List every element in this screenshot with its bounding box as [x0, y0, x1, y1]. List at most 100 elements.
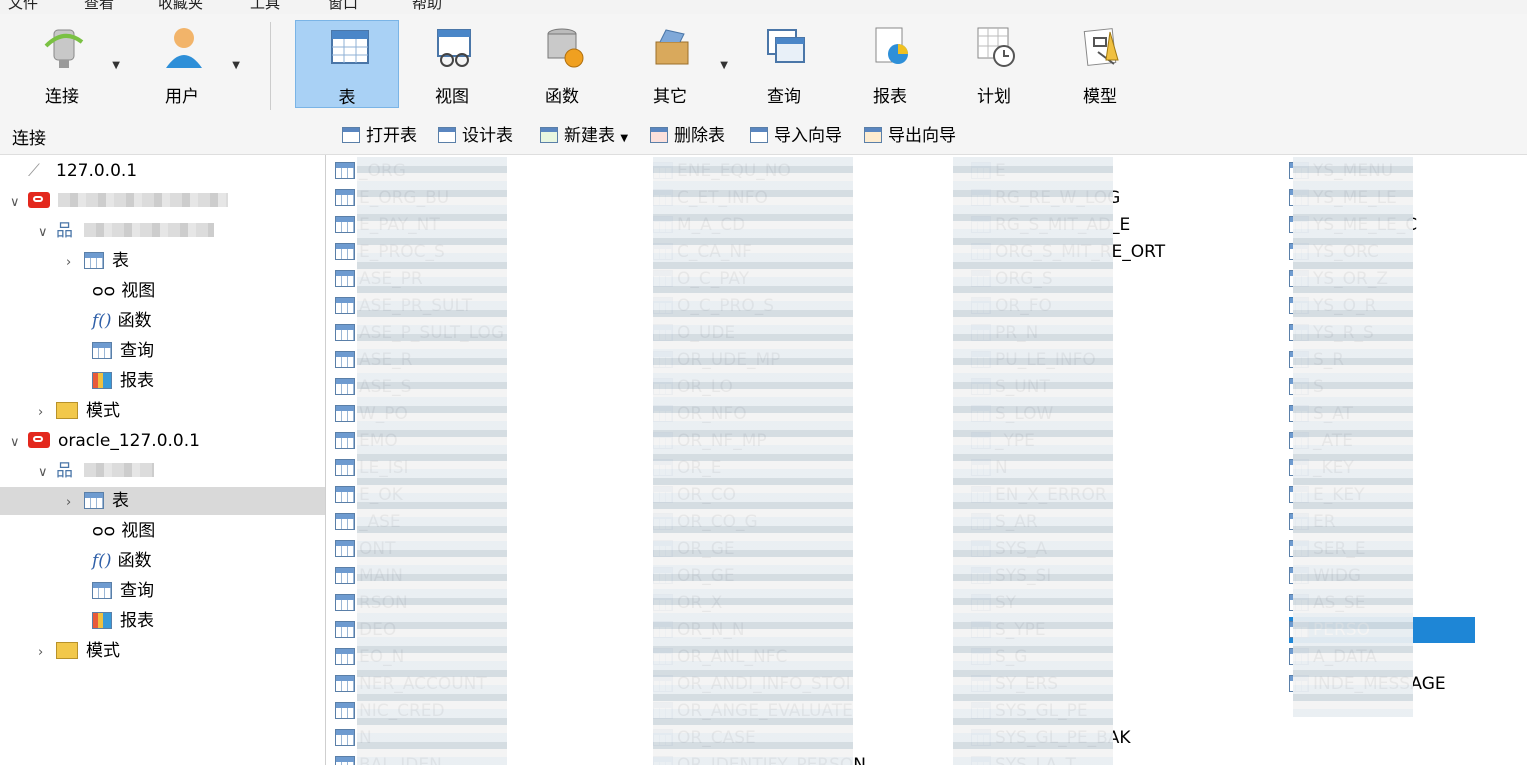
tree-reports-label: 报表 [120, 611, 154, 631]
import-icon [750, 127, 768, 143]
table-icon [84, 252, 104, 269]
tree-views-label: 视图 [121, 521, 156, 541]
redacted-label [84, 463, 154, 477]
menu-help[interactable]: 帮助 [412, 0, 442, 13]
export-wizard-label: 导出向导 [888, 126, 956, 146]
connect-label: 连接 [45, 87, 79, 107]
design-table-icon [438, 127, 456, 143]
new-table-button[interactable]: 新建表 ▼ [540, 124, 628, 148]
open-table-label: 打开表 [366, 126, 417, 146]
view-icon [437, 29, 471, 67]
tree-functions-2[interactable]: f() 函数 [92, 547, 152, 575]
table-icon [335, 675, 355, 692]
tree-schema-folder-1[interactable]: › 模式 [38, 397, 120, 425]
tree-reports-2[interactable]: 报表 [92, 607, 154, 635]
tree-reports-1[interactable]: 报表 [92, 367, 154, 395]
tree-schema-label: 模式 [86, 401, 120, 421]
model-button[interactable]: 模型 [1048, 20, 1152, 108]
table-icon [335, 405, 355, 422]
main-toolbar: 连接 ▼ 用户 ▼ 表 视图 函数 其它 ▼ 查询 报表 计划 模型 [0, 14, 1527, 117]
table-label: 表 [338, 88, 356, 108]
box-icon [655, 29, 689, 65]
user-button[interactable]: 用户 ▼ [130, 20, 240, 108]
menu-window[interactable]: 窗口 [328, 0, 358, 13]
new-table-dropdown-icon[interactable]: ▼ [620, 133, 628, 144]
chevron-right-icon[interactable]: › [38, 399, 56, 427]
other-dropdown-icon[interactable]: ▼ [720, 60, 728, 71]
object-toolbar: 连接 打开表 设计表 新建表 ▼ 删除表 导入向导 导出向导 [0, 116, 1527, 155]
table-icon [335, 513, 355, 530]
tree-conn-localhost[interactable]: ⟋ 127.0.0.1 [10, 157, 137, 185]
tree-conn-oracle-2[interactable]: ∨ oracle_127.0.0.1 [10, 427, 200, 455]
tree-queries-label: 查询 [120, 341, 154, 361]
query-button[interactable]: 查询 [732, 20, 836, 108]
calendar-clock-icon [977, 27, 1015, 67]
design-table-button[interactable]: 设计表 [438, 124, 513, 148]
menu-view[interactable]: 查看 [84, 0, 114, 13]
connect-dropdown-icon[interactable]: ▼ [112, 60, 120, 71]
report-button[interactable]: 报表 [838, 20, 942, 108]
tree-tables-1[interactable]: › 表 [66, 247, 129, 275]
view-button[interactable]: 视图 [400, 20, 504, 108]
table-button[interactable]: 表 [295, 20, 399, 108]
schedule-button[interactable]: 计划 [942, 20, 1046, 108]
disconnected-plug-icon: ⟋ [28, 161, 40, 181]
other-button[interactable]: 其它 ▼ [618, 20, 728, 108]
other-label: 其它 [653, 87, 687, 107]
table-icon [84, 492, 104, 509]
export-wizard-button[interactable]: 导出向导 [864, 124, 956, 148]
connection-tree: ⟋ 127.0.0.1 ∨ ∨ 品 › 表 ᴑᴑ 视图 f() 函数 查询 报表 › 模式 … [0, 155, 326, 765]
user-label: 用户 [165, 87, 199, 107]
chevron-down-icon[interactable]: ∨ [38, 459, 56, 487]
table-icon [335, 540, 355, 557]
tree-functions-label: 函数 [117, 311, 152, 331]
table-icon [335, 459, 355, 476]
redacted-label [84, 223, 214, 237]
chevron-right-icon[interactable]: › [66, 489, 84, 517]
tree-conn-oracle-1[interactable]: ∨ [10, 187, 228, 215]
query-icon [767, 29, 805, 63]
chevron-down-icon[interactable]: ∨ [10, 429, 28, 457]
tree-conn-oracle-2-label: oracle_127.0.0.1 [58, 431, 200, 451]
delete-table-button[interactable]: 删除表 [650, 124, 725, 148]
tree-conn-localhost-label: 127.0.0.1 [56, 161, 138, 181]
table-icon [335, 486, 355, 503]
redaction-overlay [357, 157, 507, 765]
tree-schema-1[interactable]: ∨ 品 [38, 217, 214, 245]
user-dropdown-icon[interactable]: ▼ [232, 60, 240, 71]
menu-file[interactable]: 文件 [8, 0, 38, 13]
table-icon [331, 30, 369, 64]
plug-icon [44, 29, 84, 68]
design-table-label: 设计表 [462, 126, 513, 146]
import-wizard-button[interactable]: 导入向导 [750, 124, 842, 148]
tree-views-2[interactable]: ᴑᴑ 视图 [92, 517, 155, 545]
connection-pane-title: 连接 [12, 129, 46, 149]
tree-queries-1[interactable]: 查询 [92, 337, 154, 365]
import-wizard-label: 导入向导 [774, 126, 842, 146]
report-icon [92, 612, 112, 629]
redacted-label [58, 193, 228, 207]
function-label: 函数 [545, 87, 579, 107]
tree-tables-label: 表 [112, 491, 129, 511]
tree-views-1[interactable]: ᴑᴑ 视图 [92, 277, 155, 305]
open-table-button[interactable]: 打开表 [342, 124, 417, 148]
connect-button[interactable]: 连接 ▼ [10, 20, 120, 108]
function-button[interactable]: 函数 [510, 20, 614, 108]
chevron-down-icon[interactable]: ∨ [10, 189, 28, 217]
chevron-right-icon[interactable]: › [38, 639, 56, 667]
open-table-icon [342, 127, 360, 143]
user-icon [166, 28, 202, 68]
tree-schema-label: 模式 [86, 641, 120, 661]
menu-favorites[interactable]: 收藏夹 [158, 0, 203, 13]
tree-schema-2[interactable]: ∨ 品 [38, 457, 154, 485]
menu-tools[interactable]: 工具 [250, 0, 280, 13]
tree-queries-2[interactable]: 查询 [92, 577, 154, 605]
query-icon [92, 342, 112, 359]
chevron-right-icon[interactable]: › [66, 249, 84, 277]
table-icon [335, 702, 355, 719]
tree-schema-folder-2[interactable]: › 模式 [38, 637, 120, 665]
table-icon [335, 270, 355, 287]
tree-functions-1[interactable]: f() 函数 [92, 307, 152, 335]
tree-tables-2[interactable]: › 表 [0, 487, 325, 515]
chevron-down-icon[interactable]: ∨ [38, 219, 56, 247]
